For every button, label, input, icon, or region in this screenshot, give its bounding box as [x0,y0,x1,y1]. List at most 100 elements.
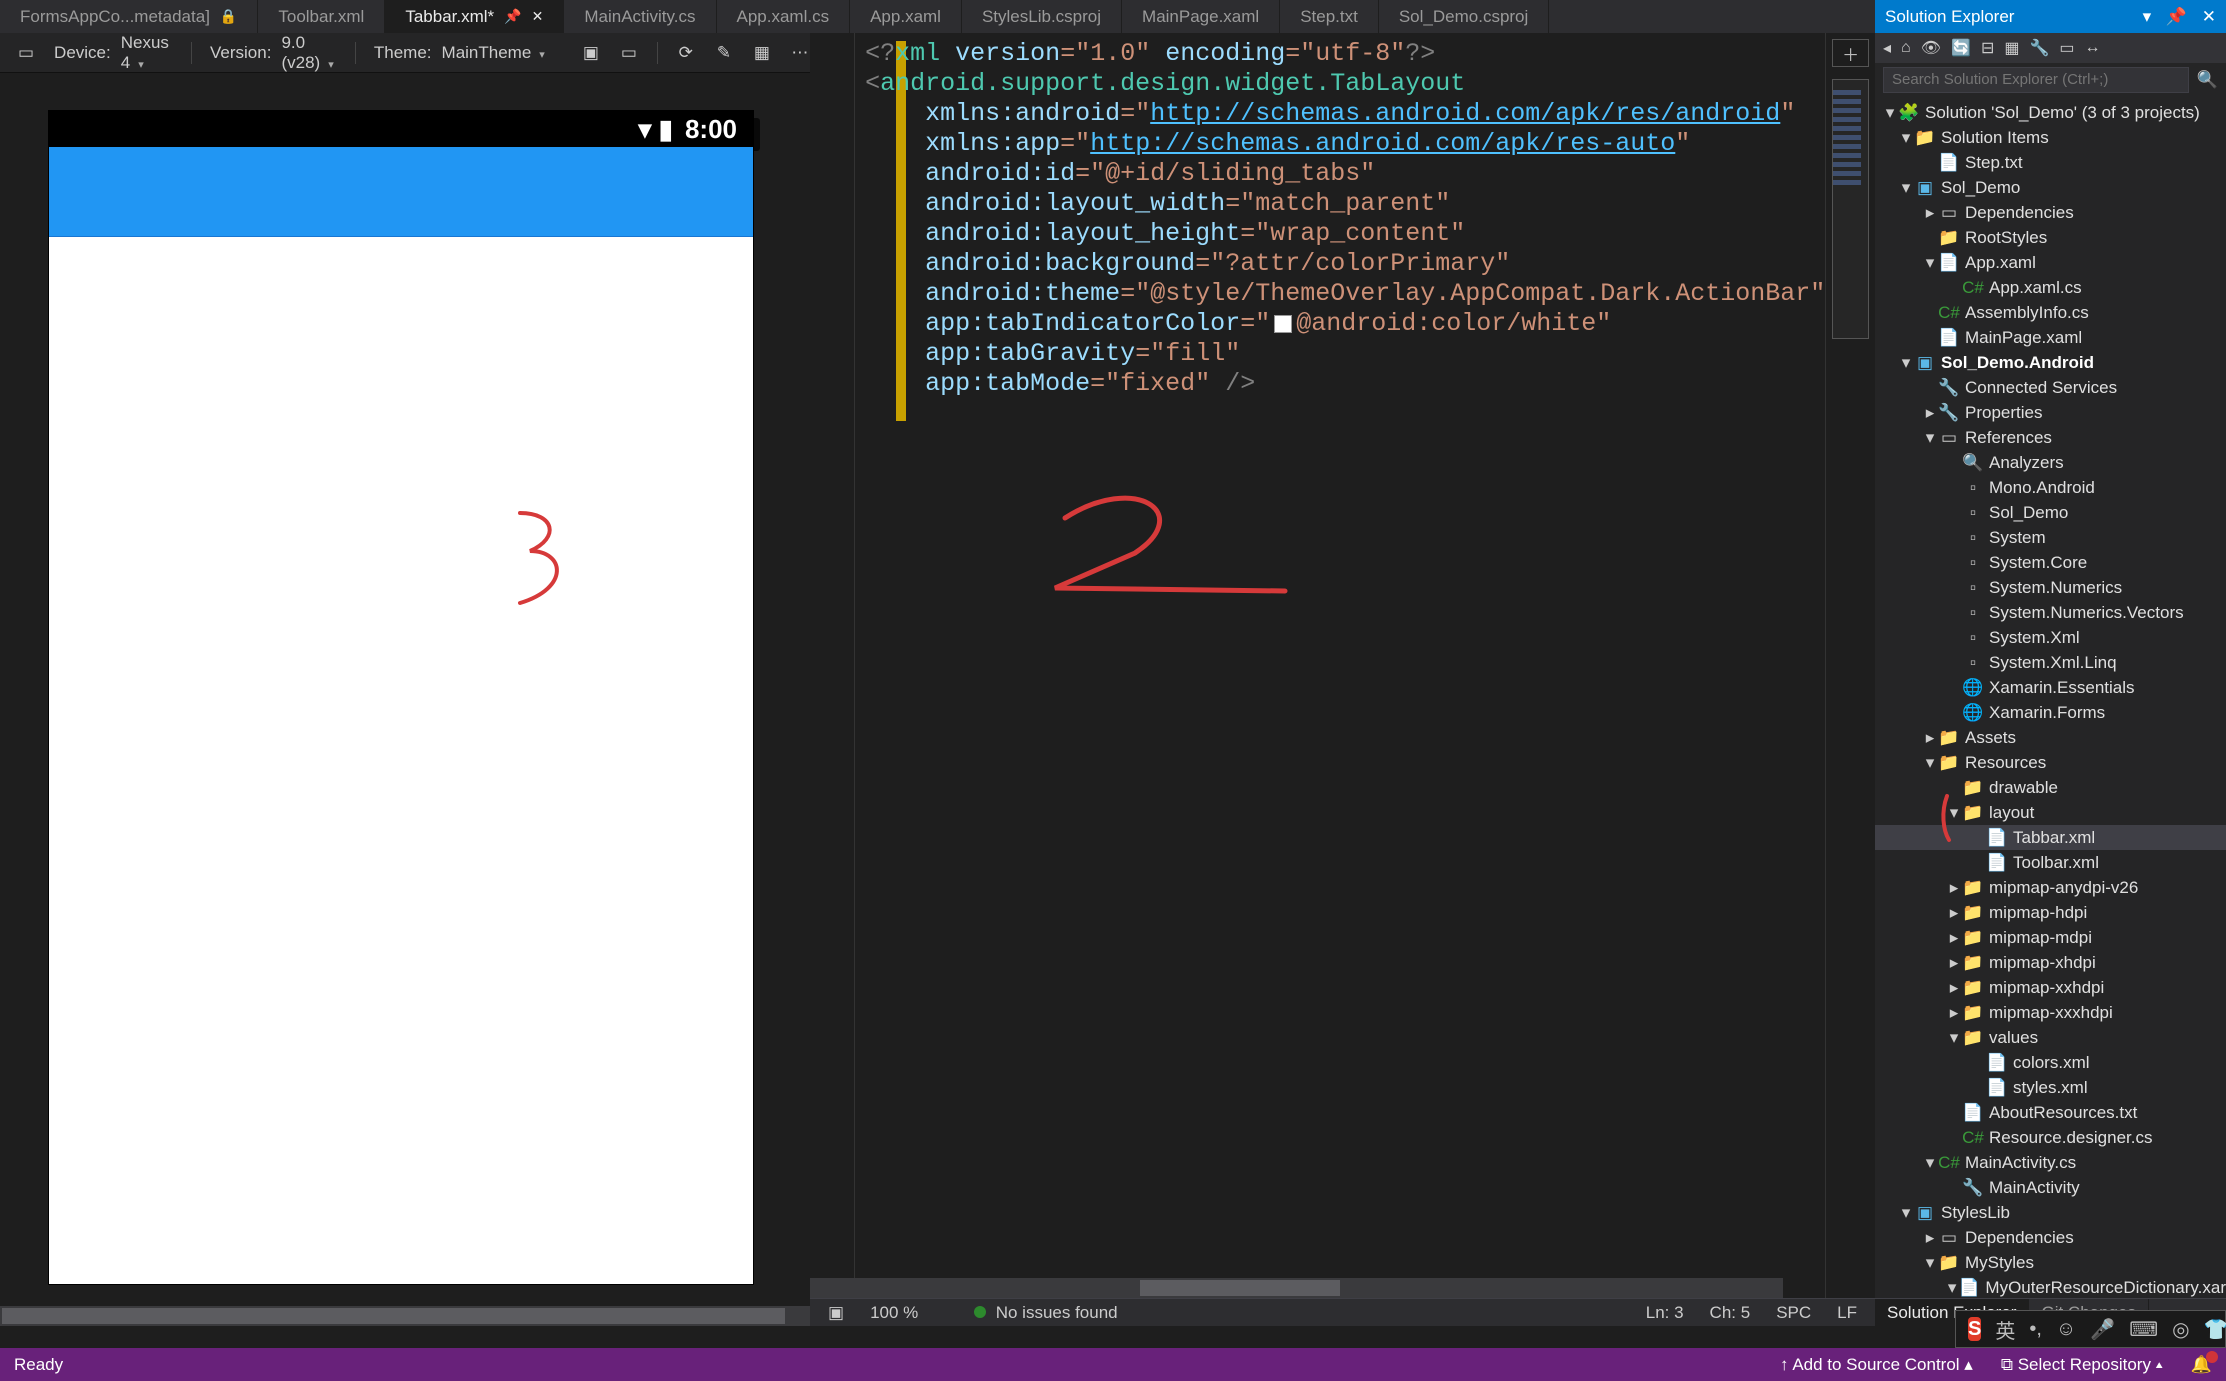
tree-item[interactable]: ▾C#MainActivity.cs [1875,1150,2226,1175]
search-icon[interactable]: 🔍 [2197,70,2218,90]
ime-smile-icon[interactable]: ☺ [2056,1318,2076,1341]
pencil-icon[interactable]: ✎ [714,41,734,65]
twisty-icon[interactable]: ▾ [1921,253,1939,273]
ime-punct-icon[interactable]: •, [2029,1318,2042,1341]
pin-icon[interactable]: 📌 [504,8,521,25]
document-tab[interactable]: FormsAppCo...metadata]🔒 [0,0,258,33]
tree-item[interactable]: ▾▭References [1875,425,2226,450]
tree-item[interactable]: ▸📁mipmap-xxxhdpi [1875,1000,2226,1025]
twisty-icon[interactable]: ▾ [1897,128,1915,148]
document-tab[interactable]: MainPage.xaml [1122,0,1280,33]
tree-item[interactable]: ▾📄App.xaml [1875,250,2226,275]
twisty-icon[interactable]: ▸ [1945,903,1963,923]
tree-item[interactable]: ▾📁values [1875,1025,2226,1050]
tree-item[interactable]: ▾📁MyStyles [1875,1250,2226,1275]
tree-item[interactable]: ▫System [1875,525,2226,550]
notification-bell-icon[interactable]: 🔔 [2191,1355,2212,1375]
tree-item[interactable]: ▸📁mipmap-xxhdpi [1875,975,2226,1000]
document-tab[interactable]: MainActivity.cs [564,0,716,33]
zoom-level[interactable]: 100 % [870,1303,918,1323]
pin-icon[interactable]: 📌 [2166,7,2187,26]
sync-icon[interactable]: 👁 [1921,38,1941,58]
refresh-icon[interactable]: 🔄 [1951,38,1971,58]
more-icon[interactable]: ⋯ [790,41,810,65]
tree-item[interactable]: ▫Sol_Demo [1875,500,2226,525]
twisty-icon[interactable]: ▾ [1921,1153,1939,1173]
tree-item[interactable]: 🌐Xamarin.Forms [1875,700,2226,725]
select-repo-button[interactable]: ⧉ Select Repository ▴ [2001,1355,2163,1375]
tree-item[interactable]: ▸▭Dependencies [1875,200,2226,225]
tree-item[interactable]: ▸📁mipmap-mdpi [1875,925,2226,950]
search-input[interactable] [1883,67,2189,93]
more-icon[interactable]: ↔ [2085,39,2101,57]
device-selector[interactable]: Nexus 4 [121,33,173,73]
add-tab-icon[interactable]: ＋ [1832,39,1869,67]
view-switch-icon[interactable]: ▣ [828,1303,844,1323]
code-scrollbar[interactable] [810,1278,1783,1298]
twisty-icon[interactable]: ▾ [1897,178,1915,198]
twisty-icon[interactable]: ▾ [1921,428,1939,448]
twisty-icon[interactable]: ▸ [1945,1003,1963,1023]
tree-item[interactable]: C#Resource.designer.cs [1875,1125,2226,1150]
tree-item[interactable]: ▾📁layout [1875,800,2226,825]
tree-item[interactable]: 📄Toolbar.xml [1875,850,2226,875]
tree-item[interactable]: 📄colors.xml [1875,1050,2226,1075]
tree-item[interactable]: ▾▣Sol_Demo [1875,175,2226,200]
showall-icon[interactable]: ▦ [2004,38,2019,58]
tree-item[interactable]: C#AssemblyInfo.cs [1875,300,2226,325]
twisty-icon[interactable]: ▾ [1881,103,1899,123]
scrollbar-thumb[interactable] [2,1308,785,1324]
tree-item[interactable]: ▫System.Xml.Linq [1875,650,2226,675]
solution-tree[interactable]: ▾ 🧩 Solution 'Sol_Demo' (3 of 3 projects… [1875,96,2226,1298]
twisty-icon[interactable]: ▾ [1897,353,1915,373]
tree-item[interactable]: 📄styles.xml [1875,1075,2226,1100]
tree-item[interactable]: 📁drawable [1875,775,2226,800]
layout-icon[interactable]: ▣ [581,41,601,65]
solution-root[interactable]: ▾ 🧩 Solution 'Sol_Demo' (3 of 3 projects… [1875,100,2226,125]
tree-item[interactable]: 📄Step.txt [1875,150,2226,175]
twisty-icon[interactable]: ▾ [1921,753,1939,773]
ime-logo-icon[interactable]: S [1968,1317,1981,1341]
code-editor[interactable]: <?xml version="1.0" encoding="utf-8"?> <… [855,33,1825,1326]
ime-skin-icon[interactable]: 👕 [2204,1317,2226,1342]
tree-item[interactable]: ▫System.Xml [1875,625,2226,650]
twisty-icon[interactable]: ▾ [1945,803,1963,823]
preview-icon[interactable]: ▭ [2059,38,2074,58]
ime-target-icon[interactable]: ◎ [2172,1317,2189,1342]
back-icon[interactable]: ◂ [1883,38,1891,58]
tree-item[interactable]: 🔧MainActivity [1875,1175,2226,1200]
tree-item[interactable]: ▸🔧Properties [1875,400,2226,425]
layout2-icon[interactable]: ▭ [619,41,639,65]
theme-selector[interactable]: MainTheme [442,43,545,63]
grid-icon[interactable]: ▦ [752,41,772,65]
document-tab[interactable]: Toolbar.xml [258,0,385,33]
version-selector[interactable]: 9.0 (v28) [281,33,337,73]
twisty-icon[interactable]: ▸ [1945,978,1963,998]
tree-item[interactable]: 🔍Analyzers [1875,450,2226,475]
tree-item[interactable]: ▸📁Assets [1875,725,2226,750]
tree-item[interactable]: ▫Mono.Android [1875,475,2226,500]
twisty-icon[interactable]: ▸ [1921,203,1939,223]
document-tab[interactable]: StylesLib.csproj [962,0,1122,33]
properties-icon[interactable]: 🔧 [2029,38,2049,58]
close-icon[interactable]: ✕ [2202,7,2216,26]
add-source-control-button[interactable]: ↑ Add to Source Control ▴ [1780,1355,1973,1375]
minimap-viewport[interactable] [1832,79,1869,339]
tree-item[interactable]: 📄Tabbar.xml [1875,825,2226,850]
scrollbar-thumb[interactable] [1140,1280,1340,1296]
tree-item[interactable]: ▫System.Numerics.Vectors [1875,600,2226,625]
collapse-icon[interactable]: ⊟ [1981,38,1994,58]
twisty-icon[interactable]: ▸ [1921,728,1939,748]
twisty-icon[interactable]: ▸ [1921,403,1939,423]
twisty-icon[interactable]: ▸ [1945,953,1963,973]
code-minimap[interactable]: ＋ [1825,33,1875,1326]
tree-item[interactable]: C#App.xaml.cs [1875,275,2226,300]
document-tab[interactable]: Step.txt [1280,0,1379,33]
tree-item[interactable]: ▸📁mipmap-hdpi [1875,900,2226,925]
tree-item[interactable]: ▸▭Dependencies [1875,1225,2226,1250]
tree-item[interactable]: ▾📁Solution Items [1875,125,2226,150]
tree-item[interactable]: ▾📄MyOuterResourceDictionary.xar [1875,1275,2226,1298]
twisty-icon[interactable]: ▾ [1921,1253,1939,1273]
document-tab[interactable]: App.xaml [850,0,962,33]
tree-item[interactable]: 📁RootStyles [1875,225,2226,250]
